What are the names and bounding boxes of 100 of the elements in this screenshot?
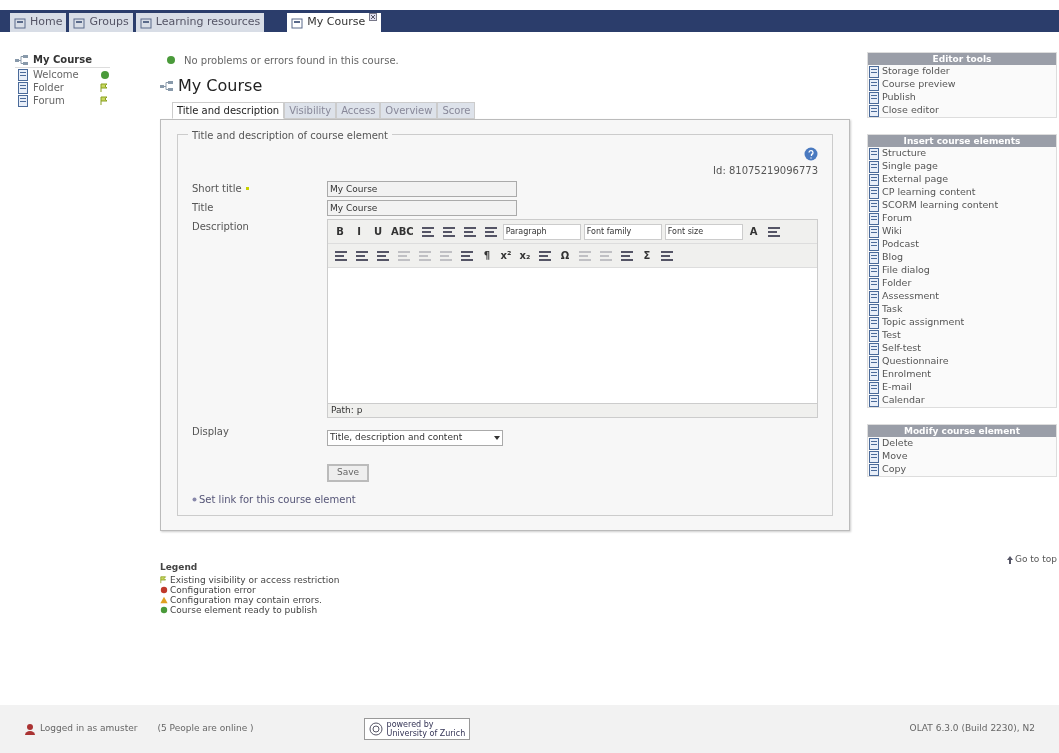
page-icon xyxy=(868,104,880,117)
tree-item[interactable]: Folder xyxy=(15,81,110,94)
tool-link[interactable]: Questionnaire xyxy=(868,355,1056,368)
structure-icon xyxy=(160,80,174,92)
go-to-top-link[interactable]: Go to top xyxy=(867,553,1057,567)
page-icon xyxy=(868,437,880,450)
up-arrow-icon xyxy=(1007,555,1013,564)
nav-tab[interactable]: Learning resources xyxy=(135,13,265,32)
text-field[interactable]: My Course xyxy=(327,181,517,197)
nav-tab[interactable]: Home xyxy=(10,13,67,32)
lines-icon xyxy=(539,250,551,261)
lines-icon xyxy=(463,226,476,237)
toolbar-button[interactable]: x₂ xyxy=(517,246,533,265)
tool-link[interactable]: External page xyxy=(868,173,1056,186)
lines-icon xyxy=(579,250,591,261)
toolbar-dropdown[interactable]: Font family xyxy=(583,223,662,240)
toolbar-button[interactable]: I xyxy=(351,222,367,241)
toolbar-button[interactable]: U xyxy=(370,222,386,241)
tool-link[interactable]: File dialog xyxy=(868,264,1056,277)
field-label: Short title xyxy=(192,182,242,196)
page-icon xyxy=(868,264,880,277)
tree-root-item[interactable]: My Course xyxy=(15,52,110,68)
tool-link[interactable]: Test xyxy=(868,329,1056,342)
tree-item[interactable]: Forum xyxy=(15,94,110,107)
lines-icon xyxy=(377,250,389,261)
tool-link[interactable]: Move xyxy=(868,450,1056,463)
tool-link[interactable]: Storage folder xyxy=(868,65,1056,78)
tool-link[interactable]: Publish xyxy=(868,91,1056,104)
toolbar-dropdown[interactable]: Font size xyxy=(664,223,743,240)
tool-link[interactable]: Folder xyxy=(868,277,1056,290)
page-icon xyxy=(868,277,880,290)
field-label: Display xyxy=(192,425,229,439)
tool-link[interactable]: Wiki xyxy=(868,225,1056,238)
page-icon xyxy=(868,91,880,104)
nav-tab[interactable]: Groups xyxy=(69,13,133,32)
lines-icon xyxy=(335,250,347,261)
tool-link[interactable]: Topic assignment xyxy=(868,316,1056,329)
tab-icon xyxy=(14,16,26,29)
tool-link[interactable]: Single page xyxy=(868,160,1056,173)
tool-link[interactable]: Assessment xyxy=(868,290,1056,303)
tool-link[interactable]: Self-test xyxy=(868,342,1056,355)
nav-tab[interactable]: My Course xyxy=(287,13,382,32)
tool-link[interactable]: Blog xyxy=(868,251,1056,264)
tool-link[interactable]: Course preview xyxy=(868,78,1056,91)
tool-link[interactable]: Close editor xyxy=(868,104,1056,117)
toolbar-dropdown[interactable]: Paragraph xyxy=(502,223,581,240)
page-icon xyxy=(868,329,880,342)
tool-link[interactable]: SCORM learning content xyxy=(868,199,1056,212)
box-header: Modify course element xyxy=(868,425,1056,437)
tool-link[interactable]: Delete xyxy=(868,437,1056,450)
tab-icon xyxy=(291,16,304,29)
tab[interactable]: Title and description xyxy=(172,102,285,119)
lines-icon xyxy=(600,250,612,261)
bullet-icon xyxy=(192,497,197,502)
tool-link[interactable]: Calendar xyxy=(868,394,1056,407)
page-icon xyxy=(17,68,29,81)
toolbar-button[interactable]: x² xyxy=(498,246,514,265)
help-icon xyxy=(804,147,818,161)
legend-text: Configuration error xyxy=(170,584,256,595)
tab-icon xyxy=(73,16,86,29)
page-icon xyxy=(868,303,880,316)
logo-text: powered by xyxy=(386,720,434,729)
toolbar-button[interactable]: A xyxy=(745,222,762,241)
toolbar-button[interactable]: Σ xyxy=(639,246,655,265)
fieldset-legend: Title and description of course element xyxy=(188,128,393,143)
toolbar-button[interactable]: ABC xyxy=(389,222,416,241)
logo-text: University of Zurich xyxy=(386,729,466,738)
toolbar-button[interactable]: ¶ xyxy=(479,246,495,265)
box-header: Editor tools xyxy=(868,53,1056,65)
set-link[interactable]: Set link for this course element xyxy=(199,492,356,507)
legend-title: Legend xyxy=(160,561,199,574)
page-icon xyxy=(868,381,880,394)
page-icon xyxy=(868,147,880,160)
box-header: Insert course elements xyxy=(868,135,1056,147)
tree-item[interactable]: Welcome xyxy=(15,68,110,81)
tool-link[interactable]: Forum xyxy=(868,212,1056,225)
page-icon xyxy=(868,316,880,329)
tool-link[interactable]: E-mail xyxy=(868,381,1056,394)
lines-icon xyxy=(356,250,368,261)
toolbar-button[interactable]: B xyxy=(332,222,348,241)
tool-link[interactable]: Copy xyxy=(868,463,1056,476)
tool-link[interactable]: Enrolment xyxy=(868,368,1056,381)
lines-icon xyxy=(661,250,673,261)
course-title: My Course xyxy=(178,75,263,97)
tool-link[interactable]: Task xyxy=(868,303,1056,316)
tool-link[interactable]: Structure xyxy=(868,147,1056,160)
tool-link[interactable]: Podcast xyxy=(868,238,1056,251)
text-field[interactable]: My Course xyxy=(327,200,517,216)
save-button[interactable]: Save xyxy=(327,463,370,482)
version-text: OLAT 6.3.0 (Build 2230), N2 xyxy=(909,722,1035,736)
page-icon xyxy=(868,186,880,199)
structure-icon xyxy=(15,53,29,66)
page-icon xyxy=(868,225,880,238)
page-icon xyxy=(868,463,880,476)
login-status: Logged in as amuster xyxy=(40,722,138,736)
display-dropdown[interactable]: Title, description and content xyxy=(327,430,503,446)
page-icon xyxy=(868,368,880,381)
ok-status-icon xyxy=(166,55,176,65)
toolbar-button[interactable]: Ω xyxy=(557,246,573,265)
tool-link[interactable]: CP learning content xyxy=(868,186,1056,199)
